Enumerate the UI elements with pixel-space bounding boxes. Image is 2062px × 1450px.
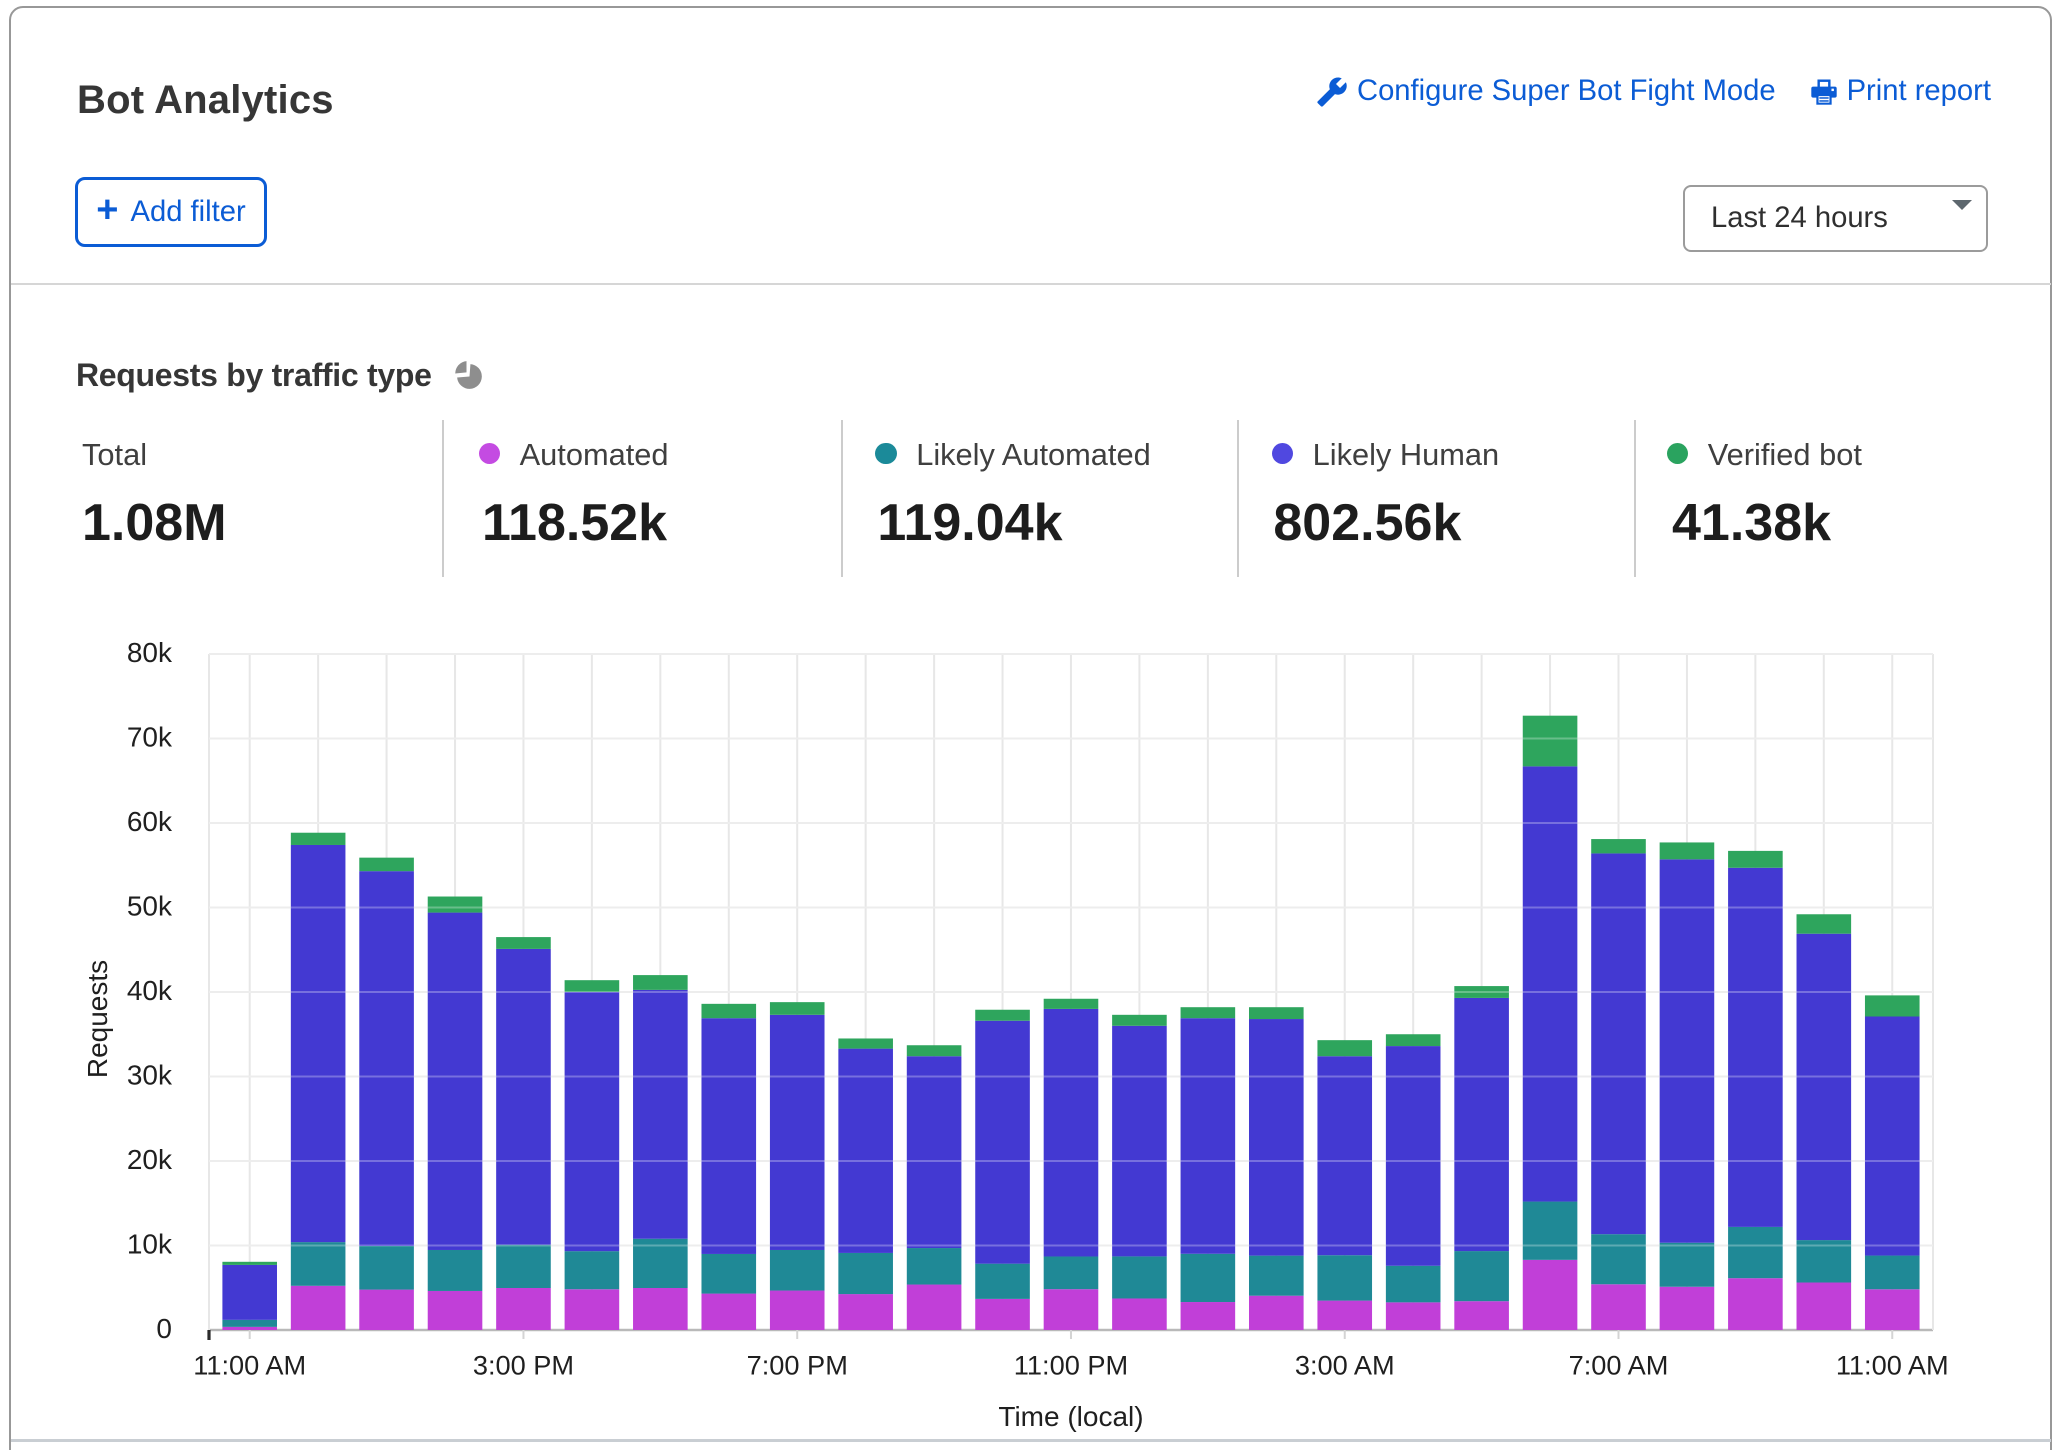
svg-text:3:00 PM: 3:00 PM [473,1349,574,1380]
svg-text:7:00 PM: 7:00 PM [747,1349,848,1380]
svg-text:3:00 AM: 3:00 AM [1295,1349,1395,1380]
svg-text:50k: 50k [127,891,173,922]
svg-text:30k: 30k [127,1060,173,1091]
svg-text:10k: 10k [127,1229,173,1260]
svg-text:Time (local): Time (local) [998,1401,1143,1432]
svg-text:40k: 40k [127,975,173,1006]
svg-text:20k: 20k [127,1144,173,1175]
svg-text:7:00 AM: 7:00 AM [1569,1349,1669,1380]
svg-text:11:00 AM: 11:00 AM [193,1349,306,1380]
svg-text:11:00 AM: 11:00 AM [1836,1349,1949,1380]
svg-text:80k: 80k [127,637,173,668]
svg-text:60k: 60k [127,806,173,837]
svg-text:Requests: Requests [82,960,113,1078]
svg-text:11:00 PM: 11:00 PM [1014,1349,1128,1380]
svg-text:0: 0 [156,1313,172,1344]
svg-text:70k: 70k [127,722,173,753]
